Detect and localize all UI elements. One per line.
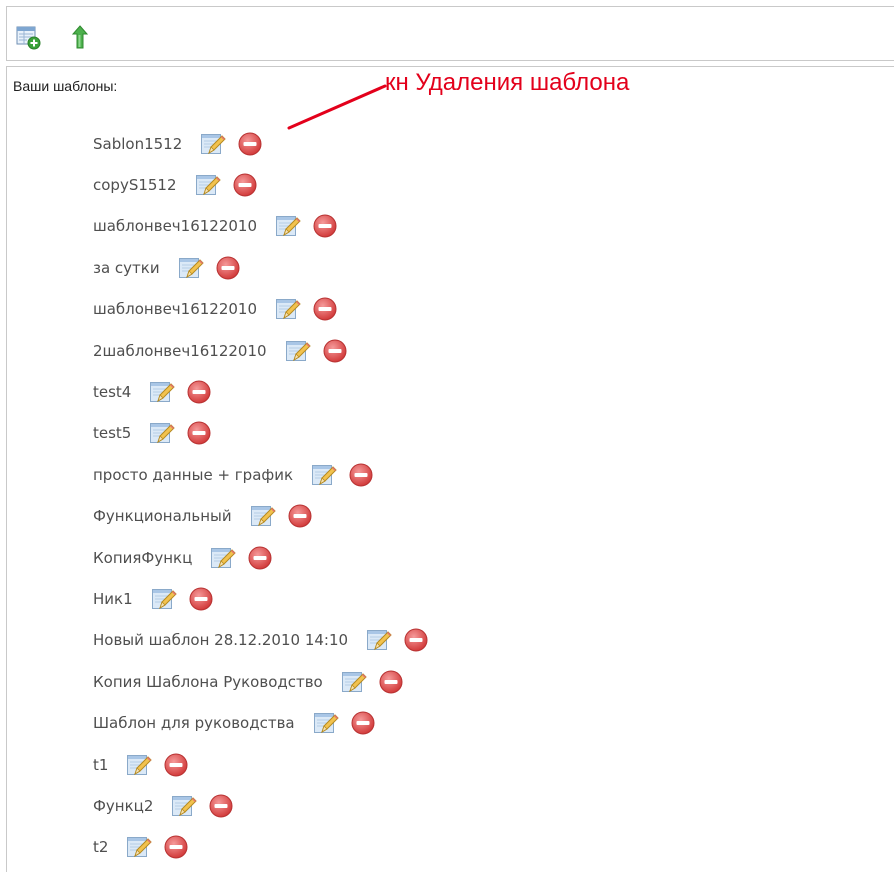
edit-template-icon[interactable] [149,380,176,404]
template-name[interactable]: просто данные + график [93,466,293,484]
delete-template-icon[interactable] [351,711,375,735]
edit-template-icon[interactable] [126,753,153,777]
edit-template-icon[interactable] [210,546,236,570]
template-name[interactable]: шаблонвеч16122010 [93,300,257,318]
edit-template-icon[interactable] [366,628,392,652]
template-name[interactable]: Sablon1512 [93,135,182,153]
delete-template-icon[interactable] [313,214,337,238]
template-item: t2 [93,827,428,868]
template-name[interactable]: Функциональный [93,507,232,525]
template-item: КопияФункц [93,537,428,578]
template-list: Sablon1512 copyS1512 шаблонвеч16122010 з… [93,123,428,868]
edit-template-icon[interactable] [171,794,198,818]
toolbar [6,6,894,61]
edit-template-icon[interactable] [275,214,301,238]
template-item: Копия Шаблона Руководство [93,661,428,702]
template-item: copyS1512 [93,164,428,205]
template-item: Новый шаблон 28.12.2010 14:10 [93,620,428,661]
edit-template-icon[interactable] [311,463,337,487]
edit-template-icon[interactable] [200,132,226,156]
delete-template-icon[interactable] [187,421,211,445]
delete-template-icon[interactable] [164,753,188,777]
template-item: test5 [93,413,428,454]
template-item: t1 [93,744,428,785]
edit-template-icon[interactable] [149,421,176,445]
delete-template-icon[interactable] [349,463,373,487]
edit-template-icon[interactable] [178,256,204,280]
edit-template-icon[interactable] [195,173,221,197]
template-item: 2шаблонвеч16122010 [93,330,428,371]
template-item: Ник1 [93,578,428,619]
delete-template-icon[interactable] [248,546,272,570]
template-name[interactable]: за сутки [93,259,160,277]
template-name[interactable]: copyS1512 [93,176,177,194]
delete-template-icon[interactable] [209,794,233,818]
delete-template-icon[interactable] [189,587,213,611]
edit-template-icon[interactable] [151,587,177,611]
template-item: Sablon1512 [93,123,428,164]
edit-template-icon[interactable] [341,670,367,694]
delete-template-icon[interactable] [164,835,188,859]
template-name[interactable]: Функц2 [93,797,153,815]
template-name[interactable]: test4 [93,383,131,401]
edit-template-icon[interactable] [313,711,339,735]
edit-template-icon[interactable] [126,835,153,859]
template-name[interactable]: Новый шаблон 28.12.2010 14:10 [93,631,348,649]
template-item: Шаблон для руководства [93,702,428,743]
delete-template-icon[interactable] [288,504,312,528]
template-item: Функциональный [93,496,428,537]
template-item: шаблонвеч16122010 [93,289,428,330]
delete-template-icon[interactable] [216,256,240,280]
edit-template-icon[interactable] [250,504,276,528]
upload-arrow-icon[interactable] [67,24,93,50]
template-name[interactable]: Ник1 [93,590,133,608]
template-name[interactable]: t2 [93,838,108,856]
delete-template-icon[interactable] [313,297,337,321]
template-name[interactable]: КопияФункц [93,549,192,567]
delete-template-icon[interactable] [379,670,403,694]
template-name[interactable]: t1 [93,756,108,774]
templates-panel: Ваши шаблоны: кн Удаления шаблона Sablon… [6,66,894,872]
template-item: Функц2 [93,785,428,826]
delete-template-icon[interactable] [233,173,257,197]
template-name[interactable]: Копия Шаблона Руководство [93,673,323,691]
template-name[interactable]: шаблонвеч16122010 [93,217,257,235]
template-item: test4 [93,371,428,412]
template-item: за сутки [93,247,428,288]
delete-template-icon[interactable] [187,380,211,404]
annotation-label: кн Удаления шаблона [385,69,630,96]
template-item: шаблонвеч16122010 [93,206,428,247]
edit-template-icon[interactable] [285,339,311,363]
template-name[interactable]: 2шаблонвеч16122010 [93,342,267,360]
edit-template-icon[interactable] [275,297,301,321]
template-name[interactable]: Шаблон для руководства [93,714,295,732]
delete-template-icon[interactable] [404,628,428,652]
template-item: просто данные + график [93,454,428,495]
delete-template-icon[interactable] [323,339,347,363]
add-template-icon[interactable] [15,24,41,50]
template-name[interactable]: test5 [93,424,131,442]
delete-template-icon[interactable] [238,132,262,156]
